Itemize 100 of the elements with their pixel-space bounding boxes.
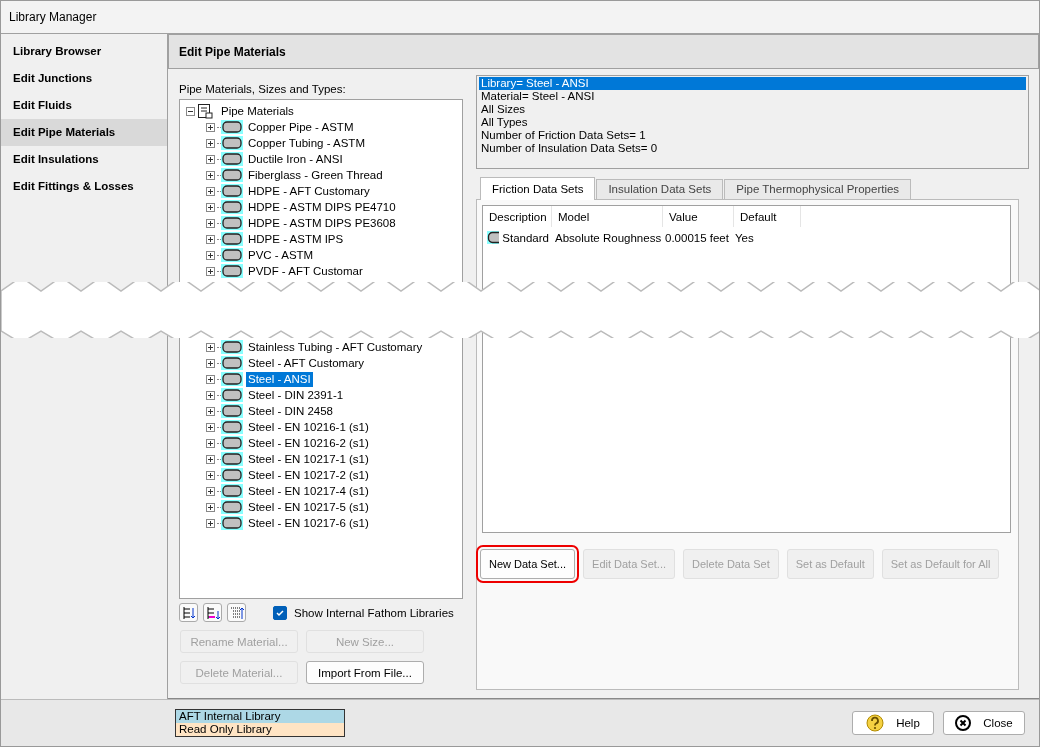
sidebar-item[interactable]: Edit Fluids <box>1 92 167 119</box>
legend-item: Read Only Library <box>176 723 344 736</box>
close-icon <box>955 715 972 731</box>
dialog-button[interactable]: Help <box>852 711 934 735</box>
expand-icon[interactable] <box>206 486 215 496</box>
column-header[interactable]: Description <box>483 206 552 227</box>
expand-icon[interactable] <box>206 454 215 464</box>
info-line[interactable]: Number of Friction Data Sets= 1 <box>479 129 1026 142</box>
tree-item[interactable]: Steel - DIN 2391-1 <box>246 387 346 403</box>
tree-item[interactable]: Steel - DIN 2458 <box>246 403 335 419</box>
expand-icon[interactable] <box>206 218 215 228</box>
expand-icon[interactable] <box>206 438 215 448</box>
sort-button[interactable] <box>227 603 246 622</box>
sidebar-item[interactable]: Edit Fittings & Losses <box>1 173 167 200</box>
sidebar-item[interactable]: Edit Pipe Materials <box>1 119 167 146</box>
expand-icon[interactable] <box>206 234 215 244</box>
column-header[interactable]: Model <box>552 206 663 227</box>
pipe-icon <box>221 452 243 466</box>
tab[interactable]: Insulation Data Sets <box>596 179 724 199</box>
collapse-icon[interactable] <box>186 106 195 116</box>
info-line[interactable]: Number of Insulation Data Sets= 0 <box>479 142 1026 155</box>
tree-caption: Pipe Materials, Sizes and Types: <box>179 83 347 95</box>
info-line[interactable]: All Types <box>479 116 1026 129</box>
pipe-icon <box>221 152 243 166</box>
tree-item[interactable]: HDPE - ASTM IPS <box>246 231 346 247</box>
tree-item[interactable]: Fiberglass - Green Thread <box>246 167 385 183</box>
tab[interactable]: Friction Data Sets <box>480 177 596 200</box>
table-cell: Standard <box>502 231 549 244</box>
sidebar-item[interactable]: Library Browser <box>1 38 167 65</box>
tree-item[interactable]: Steel - EN 10217-5 (s1) <box>246 499 371 515</box>
pipe-icon <box>487 231 500 244</box>
help-icon <box>866 714 885 732</box>
tree-item[interactable]: Copper Pipe - ASTM <box>246 119 356 135</box>
tree-item[interactable]: Steel - AFT Customary <box>246 355 367 371</box>
table-cell: Absolute Roughness <box>555 231 662 244</box>
expand-icon[interactable] <box>206 518 215 528</box>
expand-icon[interactable] <box>206 138 215 148</box>
expand-icon[interactable] <box>206 502 215 512</box>
pipe-icon <box>221 120 243 134</box>
tree-item[interactable]: Steel - EN 10217-6 (s1) <box>246 515 371 531</box>
tree-item[interactable]: HDPE - ASTM DIPS PE4710 <box>246 199 398 215</box>
expand-all-button[interactable] <box>179 603 198 622</box>
tree-item[interactable]: HDPE - ASTM DIPS PE3608 <box>246 215 398 231</box>
expand-icon[interactable] <box>206 422 215 432</box>
tree-item[interactable]: Steel - EN 10217-1 (s1) <box>246 451 371 467</box>
expand-icon[interactable] <box>206 202 215 212</box>
pipe-icon <box>221 404 243 418</box>
expand-icon[interactable] <box>206 470 215 480</box>
expand-icon[interactable] <box>206 154 215 164</box>
expand-icon[interactable] <box>206 406 215 416</box>
legend-item: AFT Internal Library <box>176 710 344 723</box>
tree-item[interactable]: Copper Tubing - ASTM <box>246 135 367 151</box>
expand-icon[interactable] <box>206 390 215 400</box>
column-header[interactable]: Default <box>734 206 801 227</box>
tab[interactable]: Pipe Thermophysical Properties <box>724 179 912 199</box>
checkbox[interactable] <box>273 605 287 620</box>
tree-item[interactable]: PVDF - AFT Customar <box>246 263 365 279</box>
pipe-icon <box>221 436 243 450</box>
expand-icon[interactable] <box>206 342 215 352</box>
tree-item[interactable]: Steel - EN 10216-2 (s1) <box>246 435 371 451</box>
expand-icon[interactable] <box>206 170 215 180</box>
library-icon <box>197 103 213 119</box>
table-cell: Yes <box>735 231 754 244</box>
expand-icon[interactable] <box>206 266 215 276</box>
tree-item[interactable]: Pipe Materials <box>219 103 296 119</box>
pipe-icon <box>221 388 243 402</box>
column-header[interactable]: Value <box>663 206 734 227</box>
checkmark-icon <box>275 607 285 618</box>
expand-icon[interactable] <box>206 358 215 368</box>
collapse-all-button[interactable] <box>203 603 222 622</box>
expand-icon[interactable] <box>206 186 215 196</box>
tree-item[interactable]: PVC - ASTM <box>246 247 316 263</box>
panel-title: Edit Pipe Materials <box>179 44 286 59</box>
pipe-icon <box>221 184 243 198</box>
sidebar-item[interactable]: Edit Junctions <box>1 65 167 92</box>
pipe-icon <box>221 200 243 214</box>
tree-item[interactable]: Steel - EN 10217-4 (s1) <box>246 483 371 499</box>
checkbox-label: Show Internal Fathom Libraries <box>294 606 454 619</box>
info-line[interactable]: All Sizes <box>479 103 1026 116</box>
action-button[interactable]: Import From File... <box>306 661 424 684</box>
info-line[interactable]: Material= Steel - ANSI <box>479 90 1026 103</box>
expand-icon[interactable] <box>206 374 215 384</box>
expand-icon[interactable] <box>206 250 215 260</box>
sidebar-item[interactable]: Edit Insulations <box>1 146 167 173</box>
pipe-icon <box>221 340 243 354</box>
pipe-icon <box>221 248 243 262</box>
tree-item[interactable]: Steel - ANSI <box>246 371 313 387</box>
tree-item[interactable]: Steel - EN 10216-1 (s1) <box>246 419 371 435</box>
tree-item[interactable]: Ductile Iron - ANSI <box>246 151 345 167</box>
pipe-icon <box>221 136 243 150</box>
pipe-icon <box>221 420 243 434</box>
tree-item[interactable]: HDPE - AFT Customary <box>246 183 372 199</box>
table-cell: 0.00015 feet <box>665 231 729 244</box>
action-button[interactable]: New Data Set... <box>480 549 576 579</box>
tree-item[interactable]: Steel - EN 10217-2 (s1) <box>246 467 371 483</box>
tree-item[interactable]: Stainless Tubing - AFT Customary <box>246 339 425 355</box>
expand-icon[interactable] <box>206 122 215 132</box>
pipe-icon <box>221 484 243 498</box>
dialog-button[interactable]: Close <box>943 711 1025 735</box>
pipe-icon <box>221 500 243 514</box>
